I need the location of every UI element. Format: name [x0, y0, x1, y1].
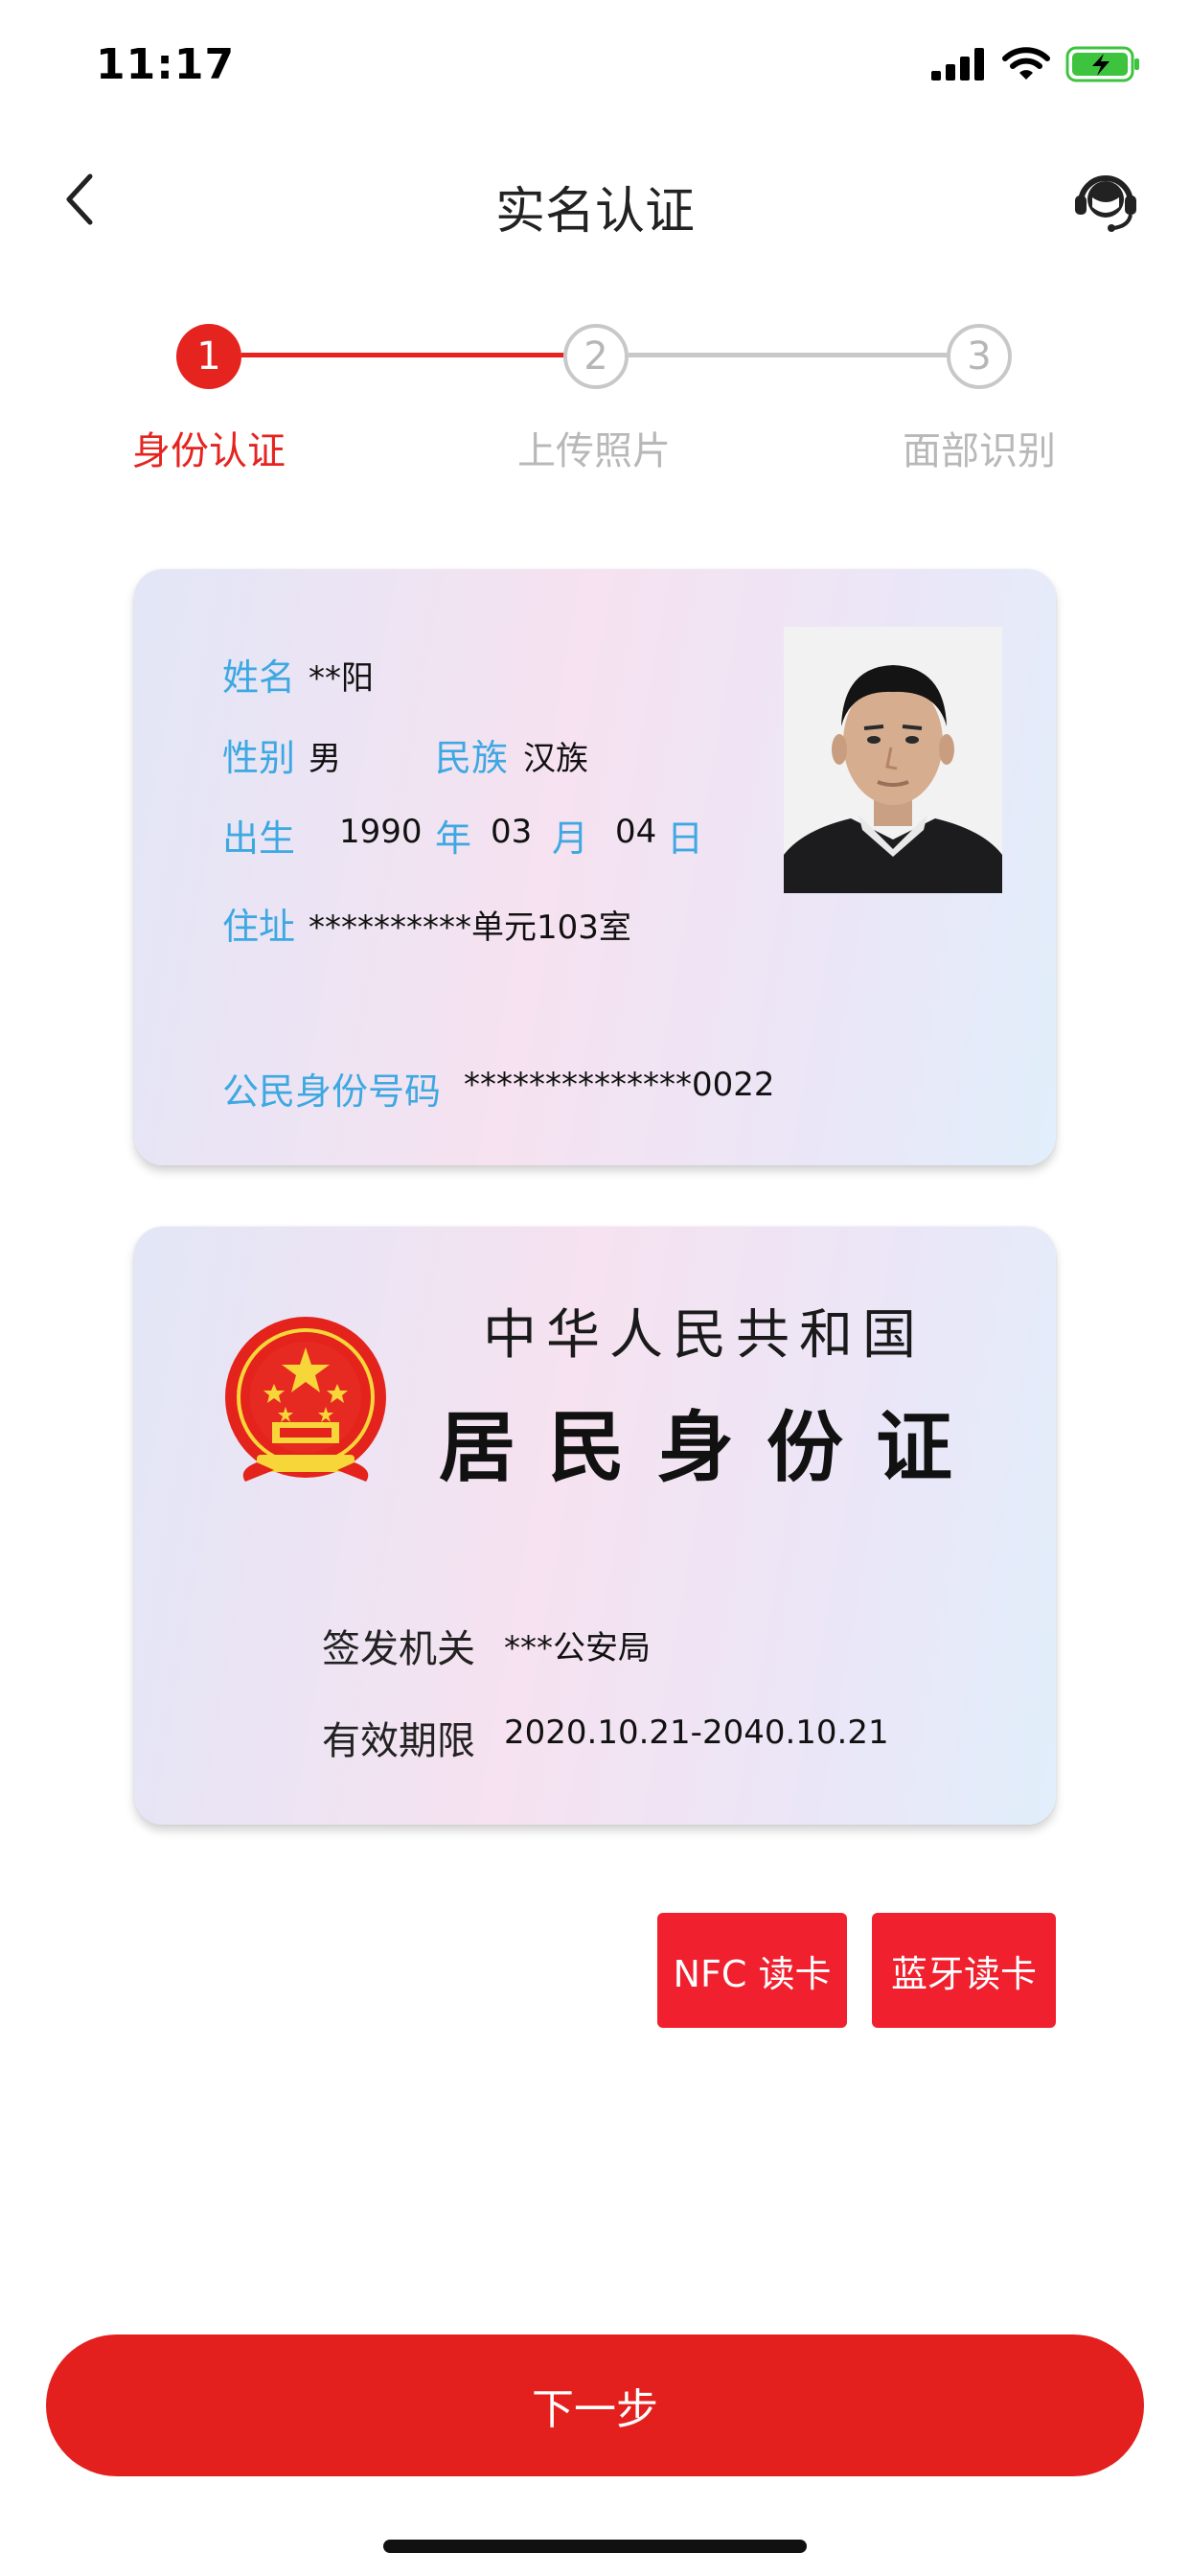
customer-service-icon[interactable] [1071, 165, 1140, 234]
name-value: **阳 [309, 659, 374, 698]
card-title: 居民身份证 [439, 1402, 985, 1492]
year-label: 年 [435, 817, 472, 860]
ethnic-value: 汉族 [523, 740, 588, 778]
bluetooth-read-button[interactable]: 蓝牙读卡 [872, 1913, 1056, 2028]
step-2-label: 上传照片 [517, 429, 671, 473]
step-1-label: 身份认证 [132, 429, 286, 473]
sex-label: 性别 [222, 737, 296, 779]
wifi-icon [1002, 47, 1050, 80]
next-step-button[interactable]: 下一步 [46, 2334, 1144, 2476]
id-number-value: **************0022 [464, 1066, 775, 1104]
sex-value: 男 [309, 740, 341, 778]
id-photo [784, 627, 1002, 893]
validity-value: 2020.10.21-2040.10.21 [504, 1714, 889, 1752]
battery-charging-icon [1065, 46, 1139, 82]
birth-label: 出生 [222, 817, 296, 860]
country-name: 中华人民共和国 [483, 1304, 926, 1367]
birth-year: 1990 [339, 813, 423, 851]
step-2-indicator: 2 [563, 324, 629, 389]
step-line-completed [241, 353, 567, 357]
birth-month: 03 [491, 813, 533, 851]
signal-icon [931, 48, 984, 80]
address-label: 住址 [222, 906, 296, 948]
birth-day: 04 [615, 813, 657, 851]
name-label: 姓名 [222, 656, 296, 699]
step-3-label: 面部识别 [903, 429, 1056, 473]
ethnic-label: 民族 [435, 737, 509, 779]
national-emblem-icon [225, 1317, 386, 1482]
id-number-label: 公民身份号码 [222, 1070, 442, 1113]
step-3-indicator: 3 [947, 324, 1012, 389]
issuer-label: 签发机关 [322, 1627, 475, 1671]
day-label: 日 [667, 817, 704, 860]
home-indicator[interactable] [383, 2540, 807, 2553]
month-label: 月 [552, 817, 589, 860]
status-icons [931, 46, 1142, 82]
issuer-value: ***公安局 [504, 1629, 651, 1668]
page-title: 实名认证 [494, 183, 695, 241]
validity-label: 有效期限 [322, 1719, 475, 1763]
status-time: 11:17 [96, 40, 236, 89]
address-value: **********单元103室 [309, 908, 631, 947]
step-line-pending [629, 353, 950, 357]
step-1-indicator: 1 [176, 324, 241, 389]
nfc-read-button[interactable]: NFC 读卡 [657, 1913, 847, 2028]
